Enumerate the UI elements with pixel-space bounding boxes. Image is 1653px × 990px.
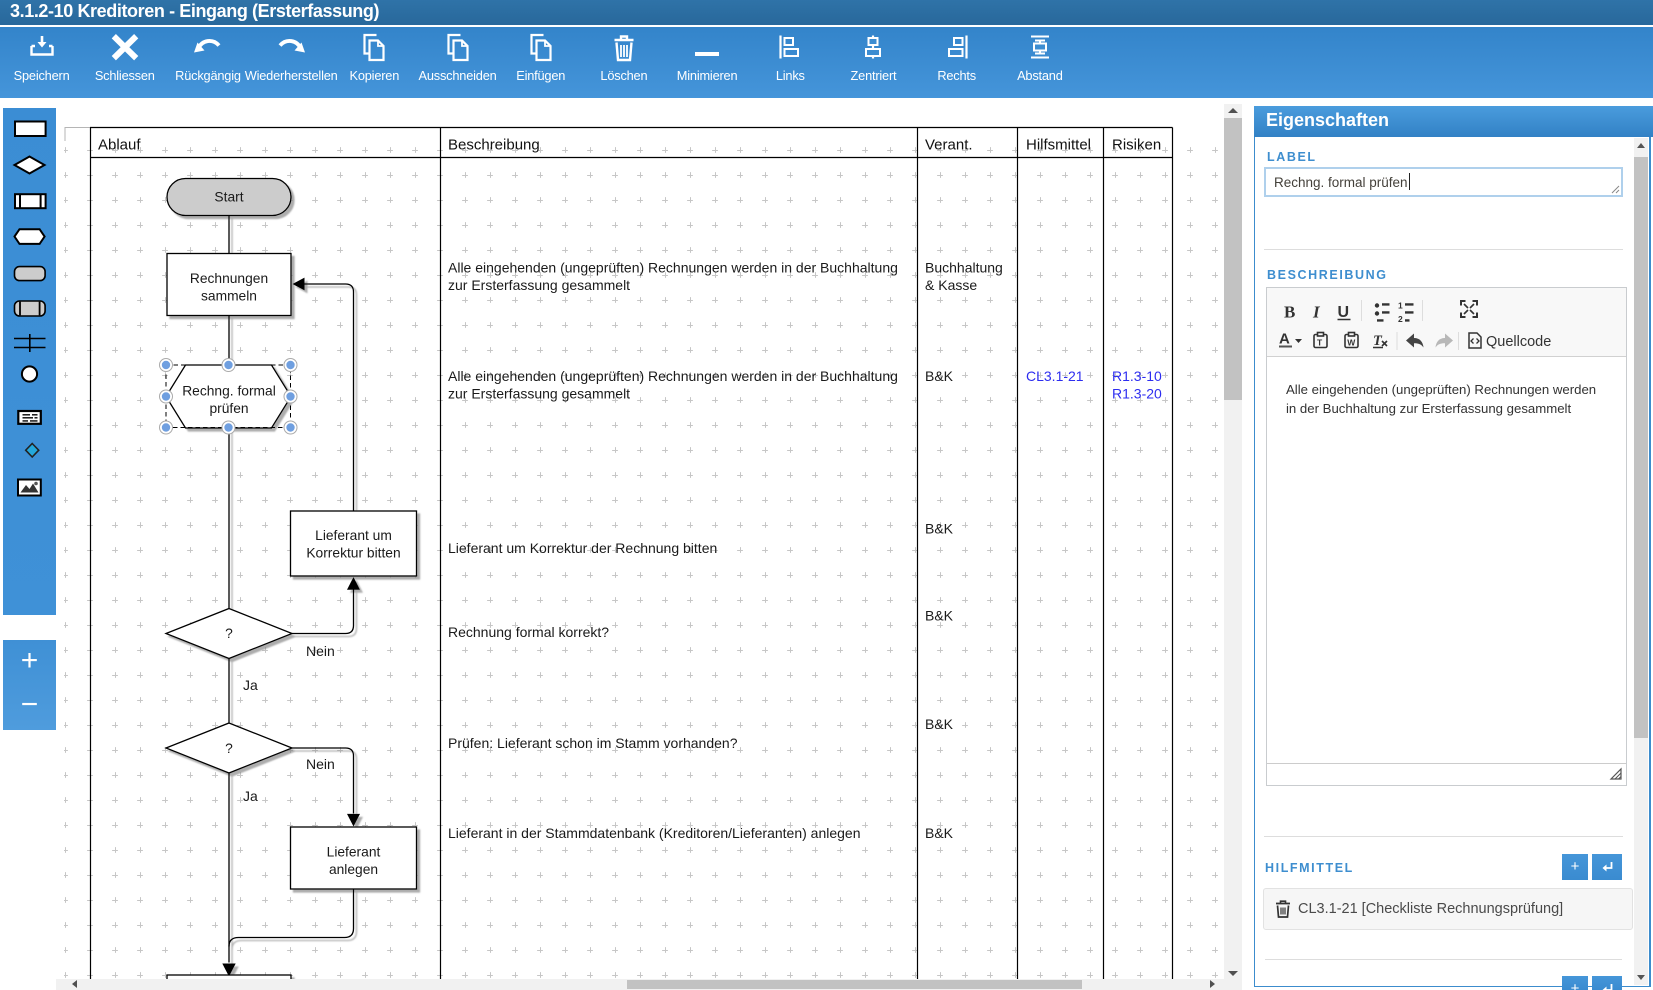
svg-text:B&K: B&K [925, 521, 954, 537]
svg-text:Nein: Nein [306, 643, 335, 659]
svg-text:B&K: B&K [925, 368, 954, 384]
svg-text:Beschreibung: Beschreibung [448, 137, 540, 154]
svg-text:Alle eingehenden (ungeprüften): Alle eingehenden (ungeprüften) Rechnunge… [448, 368, 898, 384]
svg-text:Risiken: Risiken [1112, 137, 1161, 154]
svg-text:Prüfen: Lieferant schon im Sta: Prüfen: Lieferant schon im Stamm vorhand… [448, 735, 738, 751]
svg-text:Rechnung formal korrekt?: Rechnung formal korrekt? [448, 624, 609, 640]
svg-text:U: U [1338, 304, 1350, 321]
svg-text:W: W [1347, 338, 1356, 348]
svg-text:I: I [1312, 303, 1321, 322]
svg-text:sammeln: sammeln [201, 289, 257, 304]
svg-text:2: 2 [1398, 314, 1403, 324]
svg-text:Lieferant in der Stammdatenban: Lieferant in der Stammdatenbank (Kredito… [448, 825, 860, 841]
svg-text:Rechnungen: Rechnungen [190, 271, 268, 286]
svg-text:T: T [1317, 338, 1323, 348]
svg-text:Buchhaltung: Buchhaltung [925, 260, 1003, 276]
svg-text:Hilfsmittel: Hilfsmittel [1026, 137, 1091, 154]
svg-text:Alle eingehenden (ungeprüften): Alle eingehenden (ungeprüften) Rechnunge… [448, 260, 898, 276]
svg-text:Lieferant um Korrektur der Rec: Lieferant um Korrektur der Rechnung bitt… [448, 540, 717, 556]
svg-text:B&K: B&K [925, 716, 954, 732]
svg-text:Rechng. formal: Rechng. formal [182, 384, 276, 399]
svg-text:CL3.1-21: CL3.1-21 [1026, 368, 1084, 384]
svg-text:Lieferant: Lieferant [327, 845, 381, 860]
svg-text:?: ? [225, 741, 233, 756]
svg-text:A: A [1279, 331, 1290, 348]
svg-text:1: 1 [1398, 301, 1403, 311]
svg-text:anlegen: anlegen [329, 862, 378, 877]
svg-text:Ablauf: Ablauf [98, 137, 141, 154]
svg-text:Lieferant um: Lieferant um [315, 528, 392, 543]
svg-text:Nein: Nein [306, 756, 335, 772]
svg-text:Korrektur bitten: Korrektur bitten [306, 546, 400, 561]
svg-text:prüfen: prüfen [209, 401, 248, 416]
svg-text:Quellcode: Quellcode [1486, 334, 1551, 350]
svg-text:zur Ersterfassung gesammelt: zur Ersterfassung gesammelt [448, 386, 630, 402]
svg-text:Start: Start [214, 190, 243, 205]
svg-text:zur Ersterfassung gesammelt: zur Ersterfassung gesammelt [448, 277, 630, 293]
svg-text:T: T [1373, 333, 1383, 349]
svg-text:B&K: B&K [925, 608, 954, 624]
svg-text:R1.3-20: R1.3-20 [1112, 386, 1162, 402]
svg-text:Verant.: Verant. [925, 137, 973, 154]
svg-text:Ja: Ja [243, 677, 258, 693]
svg-text:& Kasse: & Kasse [925, 277, 977, 293]
svg-text:B&K: B&K [925, 825, 954, 841]
svg-text:B: B [1284, 303, 1295, 322]
svg-text:Ja: Ja [243, 788, 258, 804]
svg-text:R1.3-10: R1.3-10 [1112, 368, 1162, 384]
svg-text:?: ? [225, 626, 233, 641]
